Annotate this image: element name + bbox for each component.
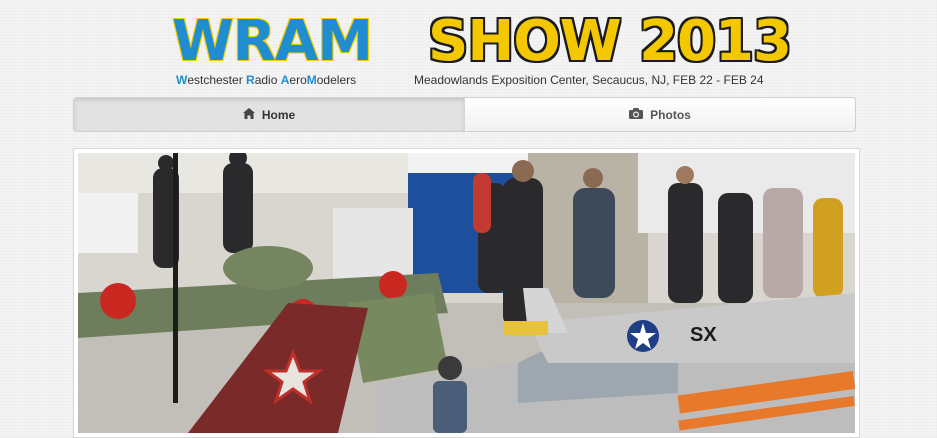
venue-text: Meadowlands Exposition Center, Secaucus,… [414, 73, 764, 87]
nav-photos-label: Photos [650, 107, 691, 122]
nav-photos[interactable]: Photos [464, 98, 855, 131]
hero-photo-frame: SX [73, 148, 860, 438]
nav-home[interactable]: Home [74, 98, 464, 131]
main-nav: Home Photos [73, 97, 856, 132]
site-header: WRAM Westchester Radio AeroModelers SHOW… [0, 0, 937, 96]
camera-icon [629, 107, 644, 122]
show-floor-illustration: SX [78, 153, 855, 433]
svg-text:SX: SX [690, 324, 717, 346]
show-title: SHOW 2013 [428, 9, 792, 74]
logo-subtitle: Westchester Radio AeroModelers [176, 73, 357, 87]
home-icon [242, 107, 255, 122]
wram-logo[interactable]: WRAM [171, 13, 374, 71]
nav-home-label: Home [261, 107, 296, 122]
show-floor-photo: SX [78, 153, 855, 433]
